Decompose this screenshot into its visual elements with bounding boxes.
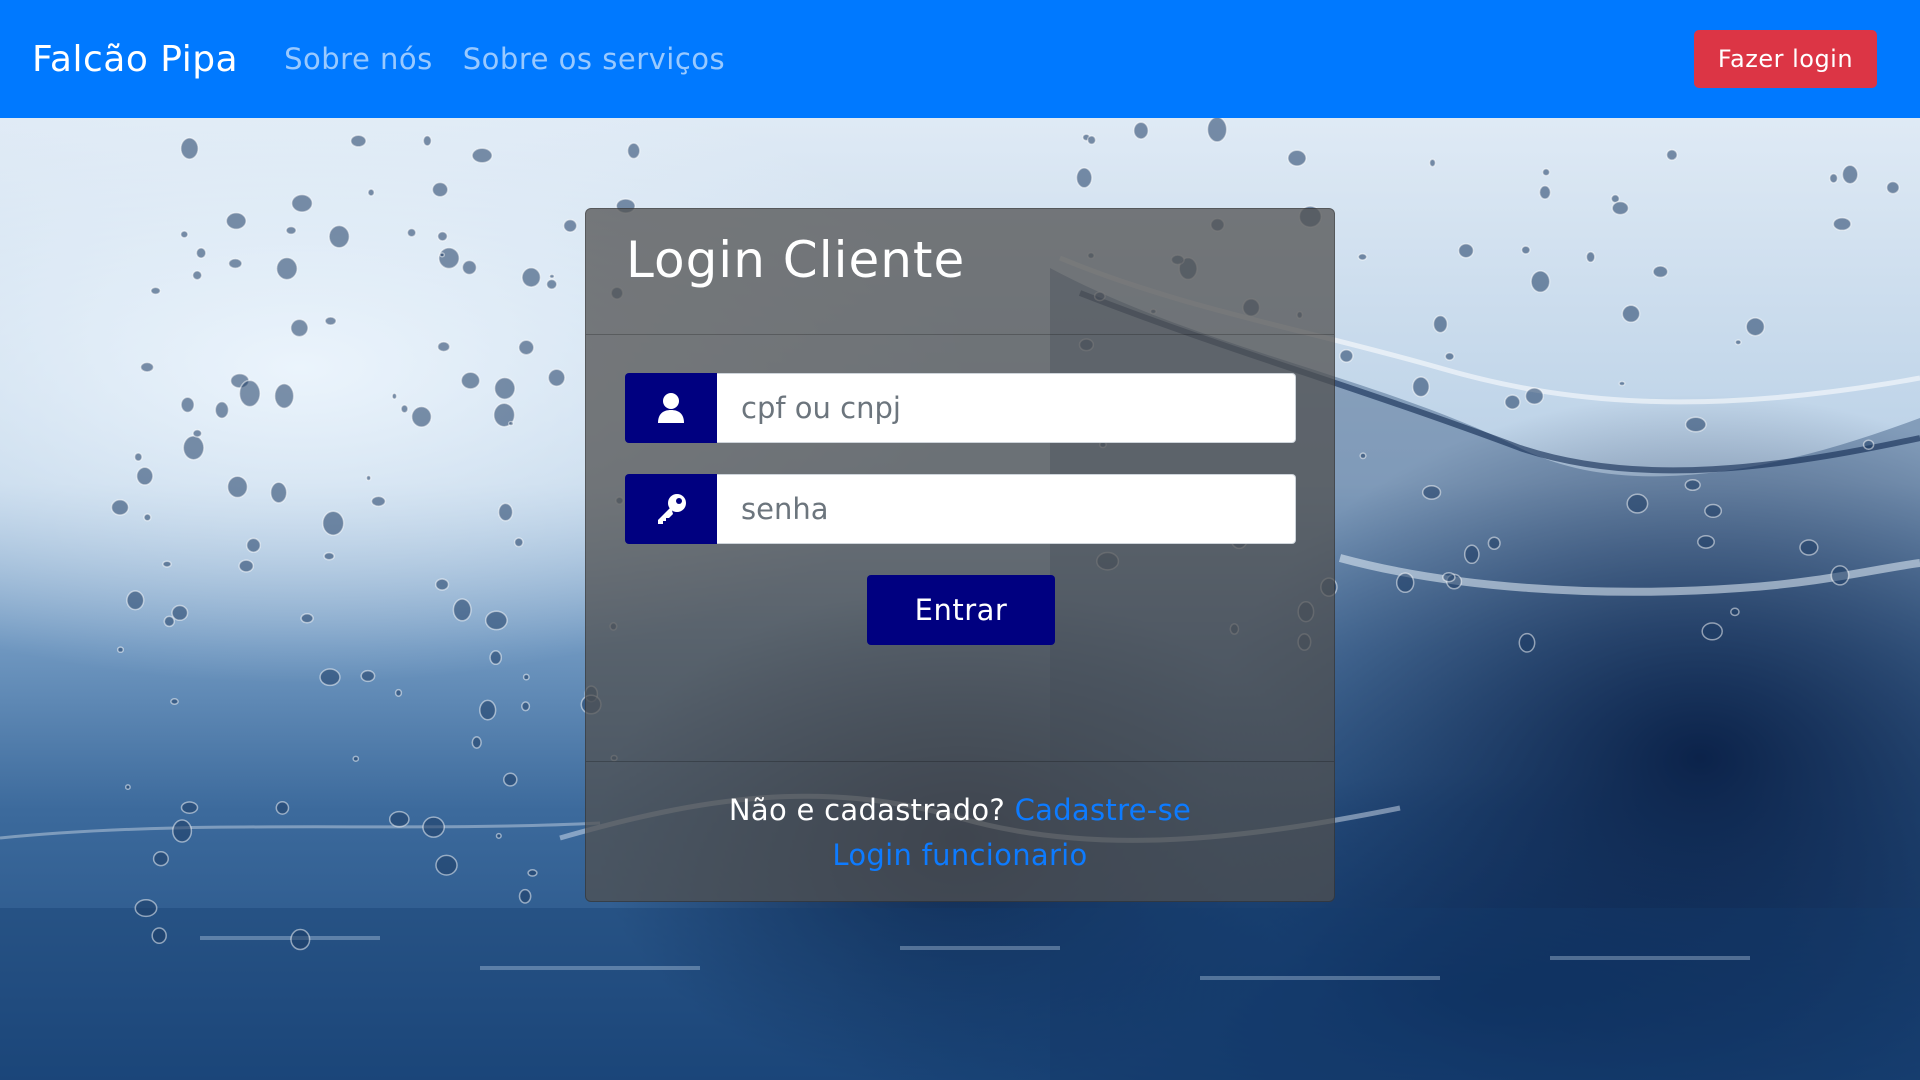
- brand-link[interactable]: Falcão Pipa: [32, 39, 238, 80]
- employee-login-link[interactable]: Login funcionario: [832, 838, 1087, 872]
- top-navbar: Falcão Pipa Sobre nós Sobre os serviços …: [0, 0, 1920, 118]
- password-input[interactable]: [717, 474, 1296, 544]
- signup-question: Não e cadastrado?: [728, 793, 1015, 827]
- login-card: Login Cliente Entrar Não e cadastrado? C…: [585, 208, 1335, 902]
- password-input-group: [625, 474, 1296, 544]
- login-title: Login Cliente: [626, 231, 966, 289]
- login-button[interactable]: Fazer login: [1694, 30, 1877, 88]
- key-icon: [625, 474, 717, 544]
- login-card-footer: Não e cadastrado? Cadastre-se Login func…: [586, 761, 1334, 901]
- user-icon: [625, 373, 717, 443]
- signup-link[interactable]: Cadastre-se: [1015, 793, 1192, 827]
- submit-button[interactable]: Entrar: [867, 575, 1055, 645]
- nav-link-about[interactable]: Sobre nós: [284, 42, 433, 76]
- username-input-group: [625, 373, 1296, 443]
- cpf-cnpj-input[interactable]: [717, 373, 1296, 443]
- nav-link-services[interactable]: Sobre os serviços: [463, 42, 725, 76]
- login-card-header: Login Cliente: [586, 209, 1334, 335]
